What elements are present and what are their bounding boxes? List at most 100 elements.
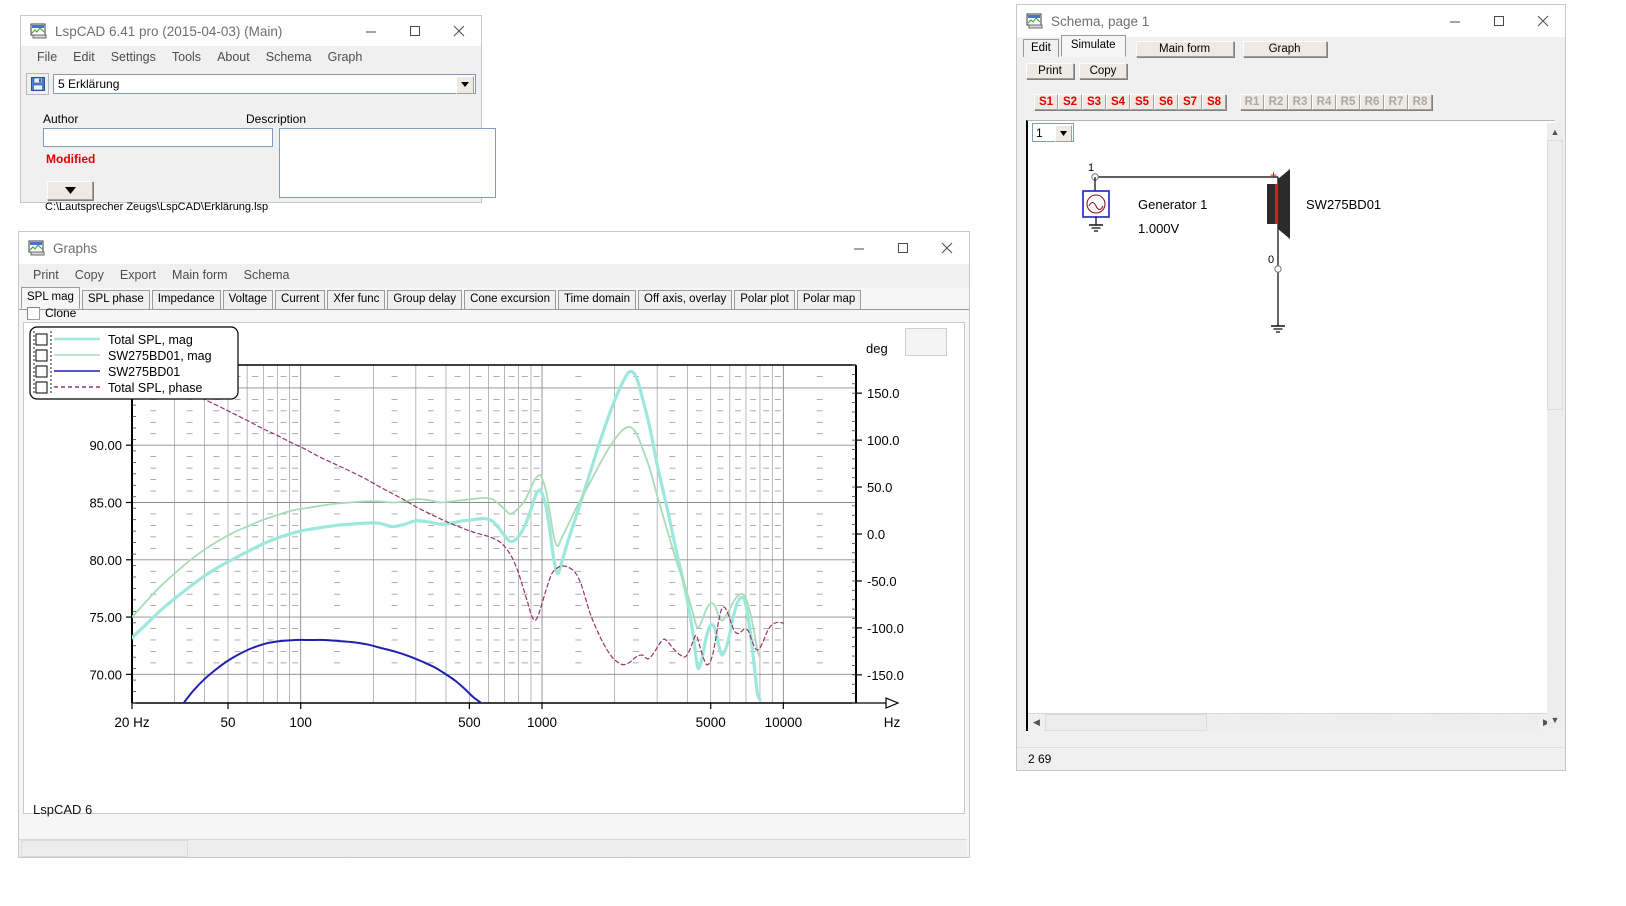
r-button-8[interactable]: R8 <box>1408 94 1432 110</box>
minimize-icon[interactable] <box>349 16 393 46</box>
s-button-6[interactable]: S6 <box>1154 94 1178 110</box>
tab-off-axis-overlay[interactable]: Off axis, overlay <box>638 290 732 309</box>
svg-text:Hz: Hz <box>884 715 901 730</box>
print-button[interactable]: Print <box>1026 63 1074 79</box>
r-button-3[interactable]: R3 <box>1288 94 1312 110</box>
minimize-icon[interactable] <box>1433 6 1477 36</box>
menu-item-main-form[interactable]: Main form <box>164 266 236 284</box>
copy-button[interactable]: Copy <box>1079 63 1127 79</box>
schema-window-buttons <box>1433 6 1565 36</box>
menu-item-file[interactable]: File <box>29 48 65 66</box>
r-button-7[interactable]: R7 <box>1384 94 1408 110</box>
scroll-up-icon[interactable]: ▲ <box>1547 123 1563 140</box>
close-icon[interactable] <box>925 233 969 263</box>
svg-text:50.0: 50.0 <box>867 480 892 495</box>
chevron-down-icon[interactable] <box>456 76 474 94</box>
graphs-horizontal-scrollbar[interactable] <box>19 839 967 857</box>
tab-impedance[interactable]: Impedance <box>152 290 221 309</box>
menu-item-graph[interactable]: Graph <box>320 48 371 66</box>
s-button-2[interactable]: S2 <box>1058 94 1082 110</box>
description-field[interactable] <box>279 128 496 198</box>
schema-vertical-scrollbar[interactable]: ▲ ▼ <box>1547 123 1563 728</box>
generator-label: Generator 1 <box>1138 197 1207 212</box>
scroll-left-icon[interactable]: ◀ <box>1028 714 1045 731</box>
page-combo[interactable]: 1 <box>1032 123 1074 142</box>
r-button-1[interactable]: R1 <box>1240 94 1264 110</box>
menu-item-about[interactable]: About <box>209 48 258 66</box>
corner-button[interactable] <box>905 328 947 356</box>
project-combo[interactable]: 5 Erklärung <box>53 74 476 94</box>
graph-button[interactable]: Graph <box>1243 41 1327 57</box>
scrollbar-thumb[interactable] <box>1045 714 1207 731</box>
tab-time-domain[interactable]: Time domain <box>558 290 636 309</box>
clone-checkbox[interactable] <box>27 307 40 320</box>
tab-group-delay[interactable]: Group delay <box>387 290 462 309</box>
schema-window: Schema, page 1 Edit Simulate Main form G… <box>1016 4 1566 771</box>
r-button-4[interactable]: R4 <box>1312 94 1336 110</box>
lspcad-app-icon <box>28 240 46 256</box>
menu-item-copy[interactable]: Copy <box>67 266 112 284</box>
s-button-5[interactable]: S5 <box>1130 94 1154 110</box>
svg-text:SW275BD01: SW275BD01 <box>108 365 180 379</box>
schema-horizontal-scrollbar[interactable]: ◀ ▶ <box>1028 713 1555 731</box>
menu-item-export[interactable]: Export <box>112 266 164 284</box>
tab-polar-plot[interactable]: Polar plot <box>734 290 795 309</box>
scrollbar-thumb-vertical[interactable] <box>1547 140 1563 410</box>
tab-simulate[interactable]: Simulate <box>1061 35 1126 57</box>
svg-text:85.00: 85.00 <box>89 495 122 510</box>
main-form-button[interactable]: Main form <box>1136 41 1234 57</box>
minimize-icon[interactable] <box>837 233 881 263</box>
main-window-buttons <box>349 16 481 46</box>
scroll-down-icon[interactable]: ▼ <box>1547 711 1563 728</box>
menu-item-schema[interactable]: Schema <box>236 266 298 284</box>
scrollbar-track[interactable] <box>1207 714 1538 731</box>
expand-button[interactable] <box>47 181 93 200</box>
lspcad-app-icon <box>30 23 48 39</box>
schema-canvas[interactable]: 1 1 Generator 1 1.000V <box>1026 120 1555 731</box>
svg-text:90.00: 90.00 <box>89 438 122 453</box>
maximize-icon[interactable] <box>881 233 925 263</box>
clone-checkbox-row[interactable]: Clone <box>27 306 76 320</box>
close-icon[interactable] <box>437 16 481 46</box>
chevron-down-icon[interactable] <box>1055 125 1072 142</box>
menu-item-settings[interactable]: Settings <box>103 48 164 66</box>
svg-text:5000: 5000 <box>696 715 726 730</box>
maximize-icon[interactable] <box>393 16 437 46</box>
schema-tabstrip: Edit Simulate Main form Graph <box>1023 37 1327 57</box>
s-button-3[interactable]: S3 <box>1082 94 1106 110</box>
clone-label: Clone <box>45 306 76 320</box>
tab-current[interactable]: Current <box>275 290 325 309</box>
svg-text:75.00: 75.00 <box>89 610 122 625</box>
save-disk-icon[interactable] <box>26 73 49 95</box>
tab-edit[interactable]: Edit <box>1023 39 1059 57</box>
svg-text:0.0: 0.0 <box>867 527 885 542</box>
maximize-icon[interactable] <box>1477 6 1521 36</box>
svg-text:1: 1 <box>1088 162 1094 174</box>
scrollbar-thumb[interactable] <box>21 840 188 857</box>
r-button-2[interactable]: R2 <box>1264 94 1288 110</box>
page-combo-value: 1 <box>1033 126 1043 140</box>
s-button-4[interactable]: S4 <box>1106 94 1130 110</box>
svg-text:70.00: 70.00 <box>89 667 122 682</box>
tab-polar-map[interactable]: Polar map <box>797 290 861 309</box>
tab-voltage[interactable]: Voltage <box>223 290 273 309</box>
s-button-7[interactable]: S7 <box>1178 94 1202 110</box>
tab-cone-excursion[interactable]: Cone excursion <box>464 290 556 309</box>
r-button-6[interactable]: R6 <box>1360 94 1384 110</box>
s-button-8[interactable]: S8 <box>1202 94 1226 110</box>
menu-item-tools[interactable]: Tools <box>164 48 209 66</box>
menu-item-schema[interactable]: Schema <box>258 48 320 66</box>
r-button-5[interactable]: R5 <box>1336 94 1360 110</box>
graphs-window-buttons <box>837 233 969 263</box>
tab-spl-phase[interactable]: SPL phase <box>82 290 150 309</box>
author-field[interactable] <box>43 128 273 147</box>
svg-text:SW275BD01, mag: SW275BD01, mag <box>108 349 212 363</box>
spl-chart: 70.0075.0080.0085.0090.0095.00-150.0-100… <box>23 322 965 814</box>
tab-xfer-func[interactable]: Xfer func <box>327 290 385 309</box>
menu-item-edit[interactable]: Edit <box>65 48 103 66</box>
close-icon[interactable] <box>1521 6 1565 36</box>
scrollbar-track[interactable] <box>188 840 967 857</box>
svg-text:-100.0: -100.0 <box>867 621 904 636</box>
menu-item-print[interactable]: Print <box>25 266 67 284</box>
s-button-1[interactable]: S1 <box>1034 94 1058 110</box>
